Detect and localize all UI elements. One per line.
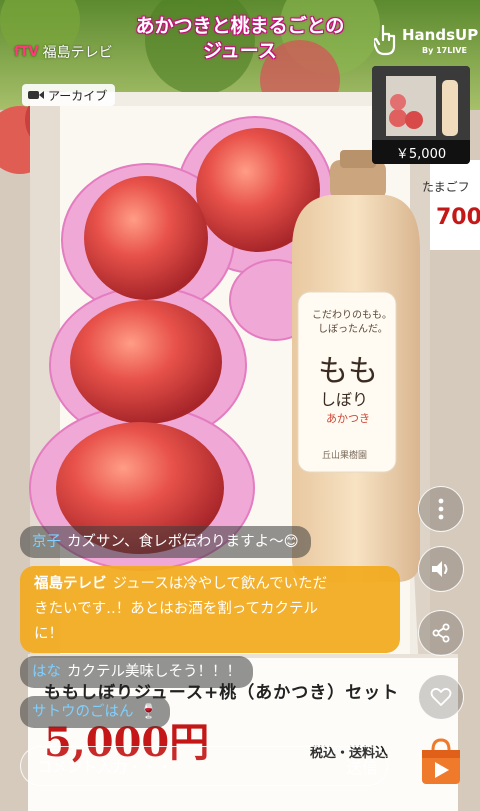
handsup-brand-sub: By 17LIVE [422,46,467,55]
bottle-tagline-2: しぼったんだ。 [318,324,388,335]
comment-text-line-3: に！ [34,626,63,642]
comment-text-line-1: ジュースは冷やして飲んでいただ [112,576,328,592]
handsup-logo: HandsUP By 17LIVE [372,22,478,62]
channel-logo: fTV [14,44,39,60]
bottle-tagline-1: こだわりのもも。 [312,310,392,321]
product-thumbnail[interactable]: ￥5,000 [372,66,470,164]
share-button[interactable] [418,610,464,656]
shopping-bag-button[interactable] [418,738,464,786]
comment-item: 京子 カズサン、食レポ伝わりますよ〜😊 [20,526,311,558]
channel-name: 福島テレビ [42,45,113,61]
stream-title-line-2: ジュース [203,40,277,62]
comment-user: 福島テレビ [34,576,107,592]
share-icon [432,623,450,643]
comment-input-placeholder: コメント入力・・・ [37,757,173,776]
background-sign-number: 700 [436,205,480,230]
bottle-main-title: もも [318,354,378,389]
comment-input[interactable]: コメント入力・・・ [20,746,388,786]
channel-info[interactable]: fTV 福島テレビ [14,42,113,62]
handsup-brand-name: HandsUP [402,26,479,44]
archive-label: アーカイブ [48,88,108,103]
comment-user: 京子 [32,533,61,550]
background-sign-text: たまごフ [422,180,470,194]
comment-text: カズサン、食レポ伝わりますよ〜😊 [67,533,299,550]
video-camera-icon [28,91,44,99]
product-image [372,66,470,140]
product-thumbnail-price: ￥5,000 [372,140,470,164]
comment-item: サトウのごはん 🍷 [20,696,170,728]
send-button[interactable]: 送信 [336,752,388,780]
stream-title: あかつきと桃まるごとの ジュース [110,14,370,64]
hand-pointer-icon [374,24,396,56]
comment-text-line-2: きたいです‥！あとはお酒を割ってカクテル [34,601,319,617]
like-button[interactable] [418,674,464,720]
archive-badge: アーカイブ [22,84,116,106]
more-vertical-icon [438,498,444,520]
more-options-button[interactable] [418,486,464,532]
stream-title-line-1: あかつきと桃まるごとの [135,15,345,37]
comment-user: サトウのごはん [32,703,134,720]
bottle-variety: あかつき [326,412,370,425]
volume-button[interactable] [418,546,464,592]
shopping-bag-play-icon [422,738,460,784]
speaker-icon [432,561,448,577]
bottle-maker: 丘山果樹園 [322,451,368,461]
bottle-subtitle: しぼり [320,390,369,409]
comment-item-highlighted: 福島テレビ ジュースは冷やして飲んでいただ きたいです‥！あとはお酒を割ってカクテ… [20,566,400,653]
heart-icon [430,687,452,706]
comment-text: 🍷 [139,703,158,720]
